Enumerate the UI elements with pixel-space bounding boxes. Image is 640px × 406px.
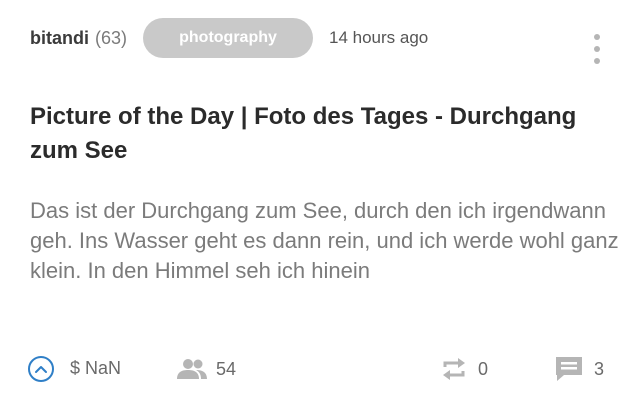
upvote-button[interactable] (28, 356, 54, 382)
comment-icon (556, 357, 582, 381)
voters-button[interactable]: 54 (176, 354, 236, 384)
author-name[interactable]: bitandi (30, 28, 89, 49)
menu-dot (594, 34, 600, 40)
post-header: bitandi (63) photography 14 hours ago (30, 16, 616, 60)
comments-button[interactable]: 3 (554, 354, 604, 384)
menu-dot (594, 58, 600, 64)
post-footer: $ NaN 54 0 3 (28, 352, 610, 386)
author-reputation: (63) (95, 27, 128, 48)
more-vertical-icon[interactable] (592, 34, 602, 64)
menu-dot (594, 46, 600, 52)
post-title[interactable]: Picture of the Day | Foto des Tages - Du… (30, 100, 590, 168)
post-timestamp: 14 hours ago (329, 28, 429, 47)
post-card: bitandi (63) photography 14 hours ago Pi… (0, 0, 640, 406)
payout-value[interactable]: $ NaN (70, 358, 121, 379)
comments-count: 3 (594, 358, 605, 379)
reblog-button[interactable]: 0 (440, 354, 488, 384)
repeat-icon (443, 358, 465, 380)
reblog-count: 0 (478, 358, 489, 379)
voters-count: 54 (216, 358, 237, 379)
people-icon (177, 359, 207, 379)
chevron-up-icon (35, 366, 47, 373)
post-excerpt[interactable]: Das ist der Durchgang zum See, durch den… (30, 196, 620, 286)
tag-badge[interactable]: photography (143, 18, 314, 58)
